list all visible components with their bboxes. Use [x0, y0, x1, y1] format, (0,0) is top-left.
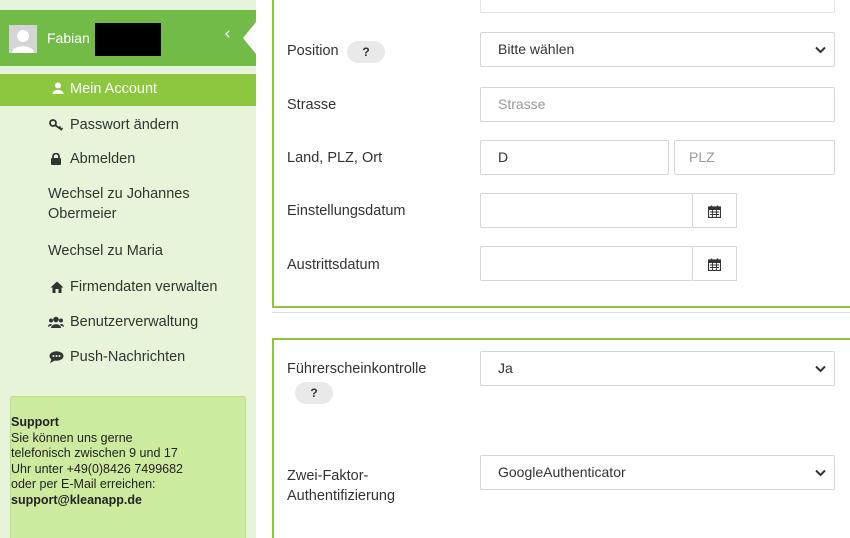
einstellungsdatum-label: Einstellungsdatum — [287, 203, 406, 219]
partial-input-field[interactable] — [480, 0, 835, 13]
chat-icon — [48, 351, 64, 366]
support-email-link[interactable]: support@kleanapp.de — [3, 493, 245, 509]
fuehrerschein-label: Führerscheinkontrolle — [287, 361, 427, 377]
sidebar-item-label: Push-Nachrichten — [70, 349, 186, 365]
sidebar-item-label: Wechsel zu Maria — [48, 243, 163, 259]
sidebar-item-wechsel-johannes[interactable]: Wechsel zu Johannes Obermeier — [0, 186, 256, 226]
calendar-icon[interactable] — [693, 193, 737, 228]
zwei-faktor-label-line2: Authentifizierung — [287, 488, 396, 504]
austrittsdatum-input[interactable] — [480, 246, 693, 281]
sidebar-item-benutzerverwaltung[interactable]: Benutzerverwaltung — [0, 314, 256, 336]
sidebar-item-label: Passwort ändern — [70, 117, 179, 133]
sidebar-item-label: Benutzerverwaltung — [70, 314, 199, 330]
strasse-label: Strasse — [287, 97, 337, 113]
support-box: Support Sie können uns gerne telefonisch… — [10, 396, 246, 538]
position-select-value: Bitte wählen — [498, 41, 575, 57]
chevron-down-icon — [815, 352, 826, 385]
strasse-input[interactable]: Strasse — [480, 87, 835, 122]
land-input[interactable]: D — [480, 140, 669, 175]
sidebar-item-label: Abmelden — [70, 151, 136, 167]
home-icon — [49, 281, 65, 296]
user-name: Fabian — [47, 30, 90, 46]
sidebar-item-label: Firmendaten verwalten — [70, 279, 218, 295]
calendar-icon[interactable] — [693, 246, 737, 281]
support-text-line: oder per E-Mail erreichen: — [11, 477, 156, 492]
sidebar: Fabian ‹ Mein Account Passwort ändern Ab… — [0, 0, 256, 538]
sidebar-item-abmelden[interactable]: Abmelden — [0, 151, 256, 173]
position-help-badge[interactable]: ? — [347, 41, 385, 63]
users-icon — [48, 316, 64, 331]
fuehrerschein-select[interactable]: Ja — [480, 351, 835, 386]
position-label: Position — [287, 43, 339, 59]
fuehrerschein-select-value: Ja — [498, 360, 513, 376]
support-title: Support — [11, 415, 59, 429]
sidebar-item-passwort-aendern[interactable]: Passwort ändern — [0, 117, 256, 139]
chevron-down-icon — [815, 456, 826, 489]
collapse-sidebar-icon[interactable]: ‹ — [224, 24, 231, 44]
sidebar-item-label: Mein Account — [70, 81, 158, 97]
support-text-line: telefonisch zwischen 9 und 17 — [11, 446, 178, 461]
user-icon — [50, 82, 66, 97]
sidebar-item-push-nachrichten[interactable]: Push-Nachrichten — [0, 349, 256, 371]
sidebar-item-firmendaten[interactable]: Firmendaten verwalten — [0, 279, 256, 301]
avatar — [9, 25, 37, 53]
plz-input[interactable]: PLZ — [674, 140, 835, 175]
divider — [272, 312, 850, 313]
position-select[interactable]: Bitte wählen — [480, 32, 835, 67]
fuehrerschein-help-badge[interactable]: ? — [295, 382, 333, 404]
support-text-line: Sie können uns gerne — [11, 430, 133, 445]
land-plz-ort-label: Land, PLZ, Ort — [287, 150, 383, 166]
sidebar-item-mein-account[interactable]: Mein Account — [0, 74, 256, 106]
sidebar-item-label: Obermeier — [48, 206, 117, 222]
user-bar: Fabian ‹ — [0, 10, 256, 66]
einstellungsdatum-input[interactable] — [480, 193, 693, 228]
zwei-faktor-label-line1: Zwei-Faktor- — [287, 468, 369, 484]
sidebar-item-wechsel-maria[interactable]: Wechsel zu Maria — [0, 243, 256, 265]
key-icon — [48, 119, 64, 134]
austrittsdatum-label: Austrittsdatum — [287, 257, 380, 273]
chevron-down-icon — [815, 33, 826, 66]
redacted-name-block — [95, 23, 161, 56]
zwei-faktor-select-value: GoogleAuthenticator — [498, 464, 626, 480]
sidebar-item-label: Wechsel zu Johannes — [48, 186, 190, 202]
support-text-line: Uhr unter +49(0)8426 7499682 — [11, 461, 184, 476]
zwei-faktor-select[interactable]: GoogleAuthenticator — [480, 455, 835, 490]
sidebar-notch — [243, 22, 256, 54]
lock-icon — [48, 152, 64, 168]
